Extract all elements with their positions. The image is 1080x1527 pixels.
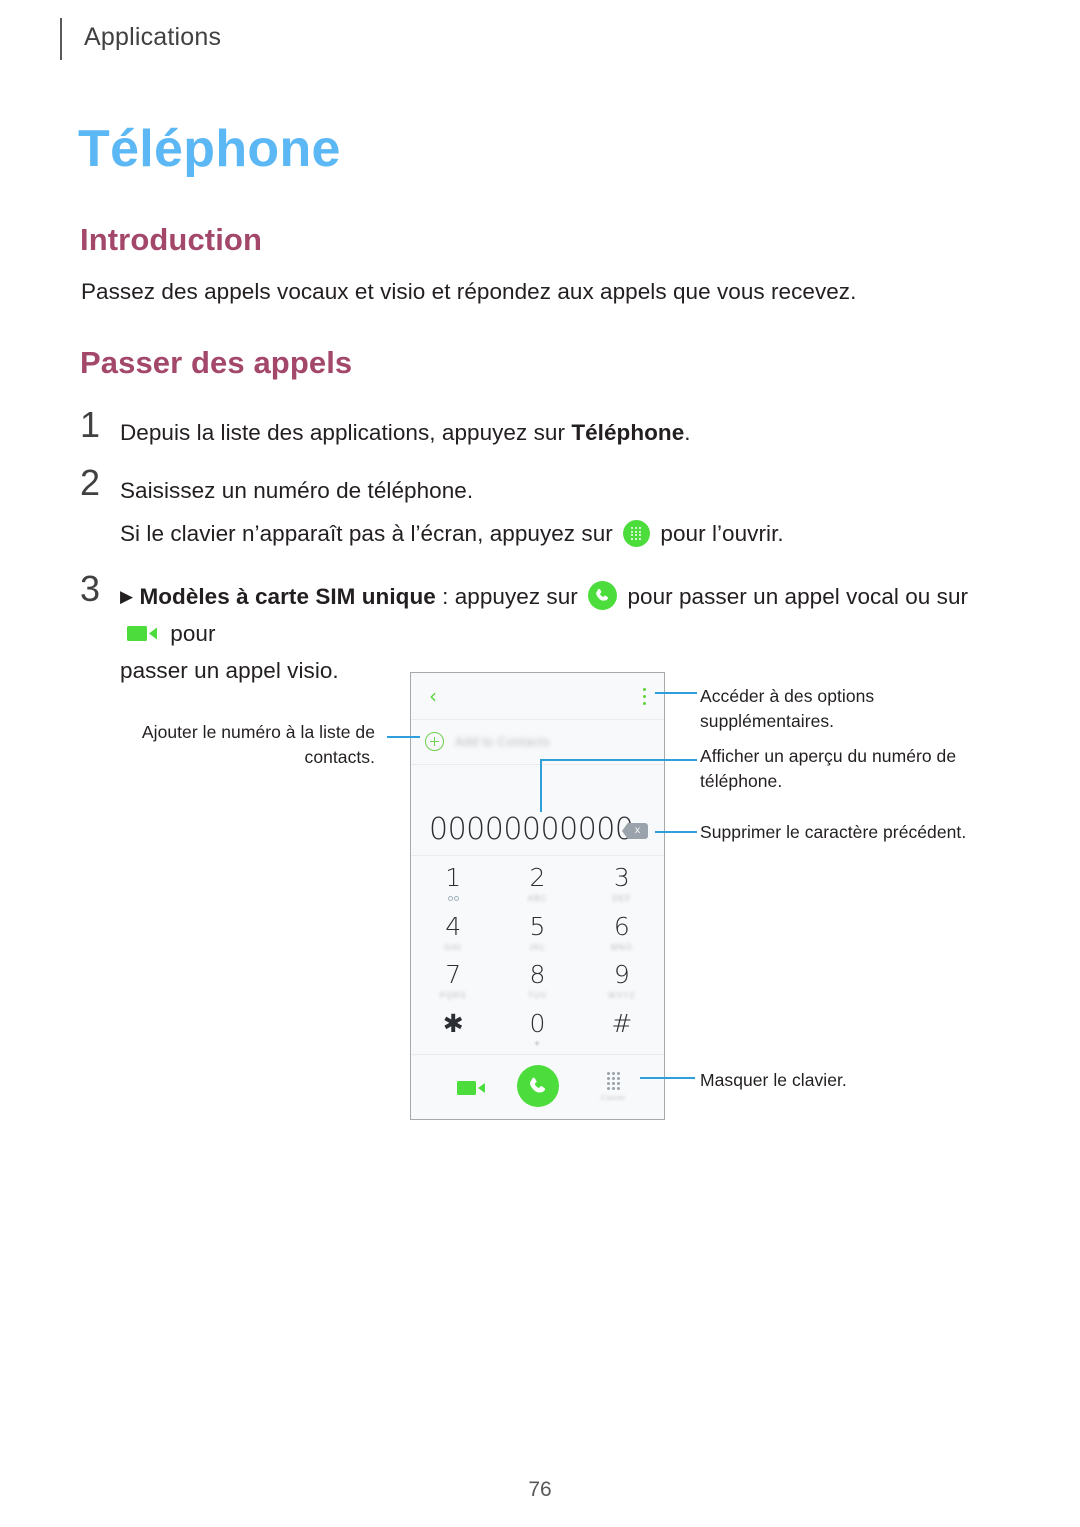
dialpad-key-star[interactable]: ✱ xyxy=(411,1006,495,1055)
connector-add-to-contacts xyxy=(387,736,420,738)
dialpad-key-5-digit: 5 xyxy=(529,911,546,941)
call-icon[interactable] xyxy=(516,1065,559,1107)
dialpad-key-1-digit: 1 xyxy=(445,863,462,893)
dialpad-key-8[interactable]: 8 TUV xyxy=(495,957,579,1006)
connector-hide-keypad xyxy=(640,1077,695,1079)
dialpad-key-7[interactable]: 7 PQRS xyxy=(411,957,495,1006)
dialpad-key-4-sub: GHI xyxy=(444,942,462,952)
step-1-number: 1 xyxy=(80,404,101,445)
backspace-glyph: x xyxy=(634,825,641,836)
connector-preview-horizontal xyxy=(540,759,697,761)
connector-more-options xyxy=(655,692,697,694)
dialpad-key-9[interactable]: 9 WXYZ xyxy=(580,957,664,1006)
dialpad-key-6-digit: 6 xyxy=(613,911,630,941)
dialpad-key-5-sub: JKL xyxy=(529,942,546,952)
dialpad-key-2-sub: ABC xyxy=(527,894,548,904)
step-1: 1 Depuis la liste des applications, appu… xyxy=(80,407,980,451)
page-number: 76 xyxy=(528,1478,552,1501)
dialpad-key-8-digit: 8 xyxy=(529,960,546,990)
dialpad-key-0[interactable]: 0 + xyxy=(495,1006,579,1055)
dialpad-key-9-sub: WXYZ xyxy=(608,991,636,1001)
callout-add-to-contacts: Ajouter le numéro à la liste de contacts… xyxy=(141,722,375,767)
number-display: 00000000000 xyxy=(429,812,634,847)
dialpad-key-6[interactable]: 6 MNO xyxy=(580,909,664,958)
arrow-marker-icon: ▶ xyxy=(120,587,134,606)
dialpad: 1 2 ABC 3 DEF 4 GHI 5 JKL 6 MNO 7 PQRS 8 xyxy=(411,856,664,1054)
dialpad-key-3[interactable]: 3 DEF xyxy=(580,860,664,909)
dialpad-key-7-digit: 7 xyxy=(445,960,462,990)
section-heading-passer-des-appels: Passer des appels xyxy=(80,345,353,380)
step-1-text-after: . xyxy=(684,420,691,445)
dialpad-key-hash[interactable]: # xyxy=(580,1006,664,1055)
step-3-number: 3 xyxy=(80,568,101,609)
header-label: Applications xyxy=(84,23,222,51)
keypad-icon[interactable]: Clavier xyxy=(601,1072,626,1102)
connector-backspace xyxy=(655,831,697,833)
step-1-text: Depuis la liste des applications, appuye… xyxy=(120,414,691,451)
phone-topbar: ‹ xyxy=(411,673,664,720)
dialpad-key-4-digit: 4 xyxy=(445,911,462,941)
header-divider xyxy=(60,18,62,60)
step-2-sub-line: Si le clavier n’apparaît pas à l’écran, … xyxy=(120,515,784,552)
connector-preview-vertical xyxy=(540,760,542,812)
number-display-area: 00000000000 x xyxy=(411,765,664,856)
keypad-label: Clavier xyxy=(600,1095,626,1102)
step-2-sub-after: pour l’ouvrir. xyxy=(654,521,784,546)
dialpad-key-6-sub: MNO xyxy=(610,942,633,952)
section-heading-introduction: Introduction xyxy=(80,222,262,257)
step-3-mid2: pour passer un appel vocal ou sur xyxy=(621,584,969,609)
call-green-icon xyxy=(588,581,618,610)
dialpad-key-9-digit: 9 xyxy=(613,960,630,990)
step-1-text-before: Depuis la liste des applications, appuye… xyxy=(120,420,572,445)
dialpad-key-2-digit: 2 xyxy=(529,863,546,893)
keypad-grid-icon xyxy=(606,1072,620,1090)
callout-hide-keypad: Masquer le clavier. xyxy=(700,1070,847,1090)
dialpad-key-0-sub: + xyxy=(534,1038,541,1050)
step-2-sub-before: Si le clavier n’apparaît pas à l’écran, … xyxy=(120,521,620,546)
step-3-mid1: : appuyez sur xyxy=(435,584,585,609)
step-2-main-line: Saisissez un numéro de téléphone. xyxy=(120,478,474,503)
dialpad-key-star-digit: ✱ xyxy=(442,1008,464,1038)
video-green-icon xyxy=(125,619,159,643)
step-2-text: Saisissez un numéro de téléphone. Si le … xyxy=(120,472,784,552)
phone-action-bar: Clavier xyxy=(411,1054,664,1118)
introduction-paragraph: Passez des appels vocaux et visio et rép… xyxy=(81,279,857,304)
kebab-menu-icon[interactable] xyxy=(642,688,646,705)
dialpad-key-hash-digit: # xyxy=(611,1008,633,1038)
step-3-mid3: pour xyxy=(164,621,216,646)
step-2-number: 2 xyxy=(80,462,101,503)
chevron-left-icon[interactable]: ‹ xyxy=(429,686,437,706)
dialpad-key-2[interactable]: 2 ABC xyxy=(495,860,579,909)
page-title: Téléphone xyxy=(78,120,341,178)
running-header: Applications xyxy=(60,18,221,60)
dialpad-key-3-digit: 3 xyxy=(613,863,630,893)
voicemail-icon xyxy=(447,894,459,903)
dialpad-key-4[interactable]: 4 GHI xyxy=(411,909,495,958)
step-1-bold: Téléphone xyxy=(571,420,685,445)
callout-more-options: Accéder à des options supplémentaires. xyxy=(700,686,875,731)
dialpad-key-0-digit: 0 xyxy=(529,1008,546,1038)
phone-mockup: ‹ Add to Contacts 00000000000 x 1 2 ABC … xyxy=(410,672,665,1120)
dialpad-key-8-sub: TUV xyxy=(527,991,547,1001)
step-3-bold: Modèles à carte SIM unique xyxy=(139,584,436,609)
dialpad-key-7-sub: PQRS xyxy=(439,991,467,1001)
callout-delete-character: Supprimer le caractère précédent. xyxy=(700,822,967,842)
dialpad-key-3-sub: DEF xyxy=(612,894,632,904)
add-to-contacts-label: Add to Contacts xyxy=(455,735,550,749)
dialpad-key-5[interactable]: 5 JKL xyxy=(495,909,579,958)
callout-preview-number: Afficher un aperçu du numéro de téléphon… xyxy=(700,746,957,791)
keypad-green-icon xyxy=(623,520,651,547)
plus-circle-icon[interactable] xyxy=(425,732,444,751)
dialpad-key-1[interactable]: 1 xyxy=(411,860,495,909)
step-2: 2 Saisissez un numéro de téléphone. Si l… xyxy=(80,465,980,552)
video-call-icon[interactable] xyxy=(457,1078,487,1103)
